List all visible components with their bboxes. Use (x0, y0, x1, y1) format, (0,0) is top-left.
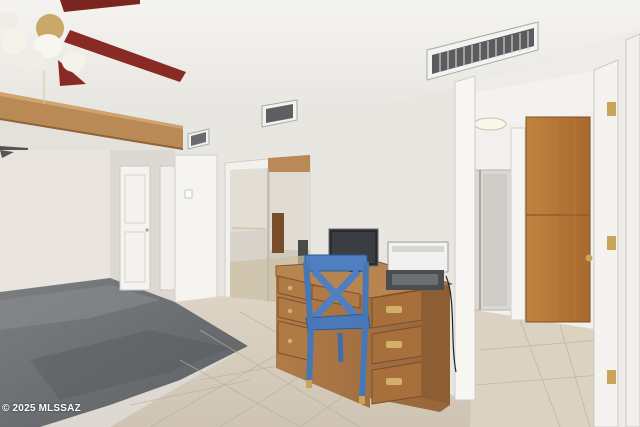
door-frame-trim (454, 75, 476, 401)
left-room-wall (0, 140, 110, 292)
fan-light (1, 30, 27, 54)
light-switch (184, 189, 193, 199)
fan-light (62, 52, 86, 72)
glass-shower-door (474, 169, 512, 311)
white-door-left (119, 165, 176, 291)
right-door-frame (625, 33, 640, 427)
watermark-text: © 2025 MLSSAZ (2, 403, 81, 414)
partition-column (174, 154, 218, 303)
hallway-trim (510, 127, 526, 321)
hallway-light (473, 117, 507, 131)
photo-scene: © 2025 MLSSAZ (0, 0, 640, 427)
fan-light (16, 49, 44, 71)
room-photo (0, 0, 640, 427)
door-knob (585, 254, 593, 262)
wood-door (525, 116, 591, 323)
hallway-floor (470, 310, 600, 427)
